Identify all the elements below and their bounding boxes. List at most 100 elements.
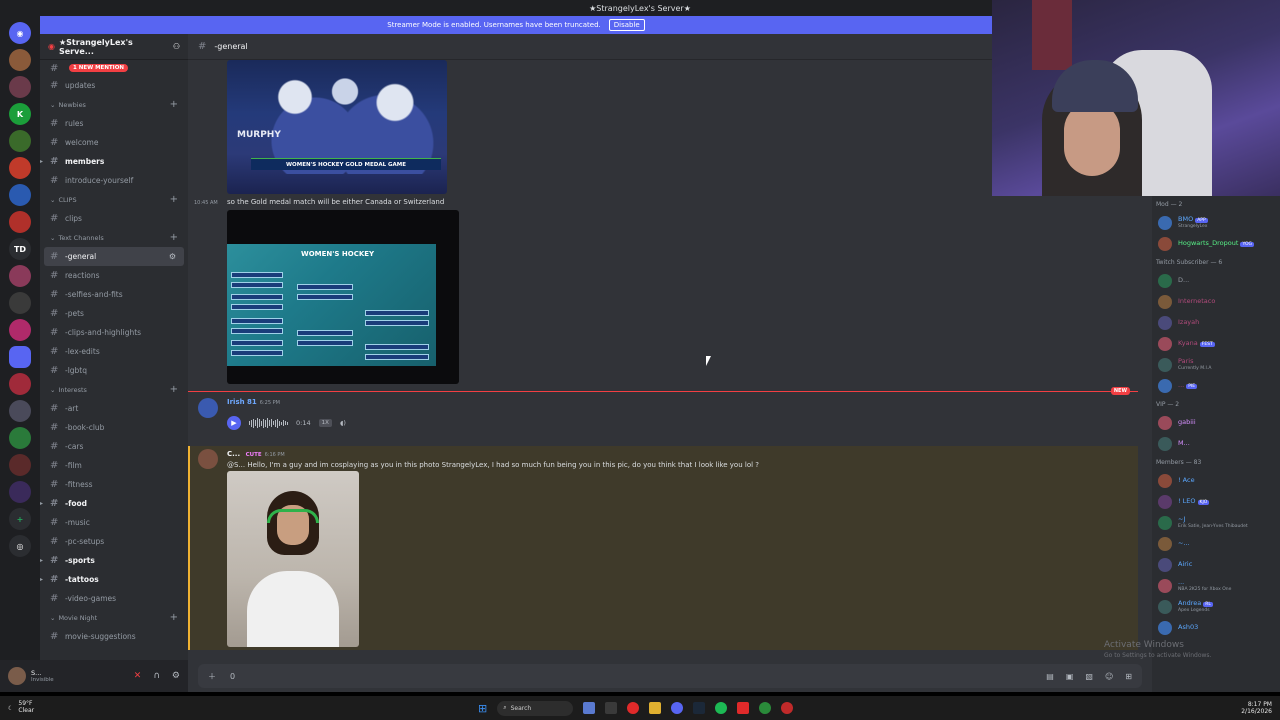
sidebar-item-channel[interactable]: # -cars (40, 437, 188, 456)
server-icon[interactable] (9, 184, 31, 206)
gif-icon[interactable]: ▣ (1066, 672, 1074, 681)
search-box[interactable]: ⌕ Search (497, 700, 574, 716)
add-channel-icon[interactable]: + (170, 232, 178, 243)
disable-button[interactable]: Disable (608, 19, 645, 31)
add-channel-icon[interactable]: + (170, 99, 178, 110)
message-author[interactable]: Irish 81 6:25 PM (227, 398, 280, 406)
emoji-icon[interactable]: ☺ (1105, 672, 1113, 681)
server-icon[interactable] (9, 130, 31, 152)
server-icon[interactable] (9, 76, 31, 98)
sidebar-item-channel[interactable]: ▸ # members (40, 152, 188, 171)
server-icon[interactable] (9, 319, 31, 341)
category-header[interactable]: ⌄ Text Channels + (40, 228, 188, 247)
sidebar-item-channel[interactable]: # -lex-edits (40, 342, 188, 361)
avatar[interactable] (1158, 236, 1172, 251)
avatar[interactable] (198, 449, 218, 469)
avatar[interactable] (1158, 336, 1172, 351)
app-icon[interactable] (605, 702, 618, 714)
app-icon[interactable] (737, 702, 750, 714)
member-item[interactable]: Ash03 (1152, 617, 1280, 638)
category-header[interactable]: ⌄ Interests + (40, 380, 188, 399)
hockey-photo[interactable]: MURPHY WOMEN'S HOCKEY GOLD MEDAL GAME (227, 60, 447, 194)
playback-speed[interactable]: 1X (318, 419, 332, 427)
sidebar-item-channel[interactable]: # -pets (40, 304, 188, 323)
avatar[interactable] (1158, 578, 1172, 593)
apps-icon[interactable]: ⊞ (1125, 672, 1132, 681)
avatar[interactable] (1158, 215, 1172, 230)
member-item[interactable]: Internetaco (1152, 291, 1280, 312)
avatar[interactable] (1158, 473, 1172, 488)
sidebar-item-channel[interactable]: # -film (40, 456, 188, 475)
member-item[interactable]: Kyana FEST (1152, 333, 1280, 354)
sidebar-item-channel[interactable]: # introduce-yourself (40, 171, 188, 190)
selfie-image[interactable] (227, 471, 359, 647)
member-item[interactable]: ~... (1152, 533, 1280, 554)
member-item[interactable]: ! LEO KJO (1152, 491, 1280, 512)
sidebar-item-channel[interactable]: # welcome (40, 133, 188, 152)
member-item[interactable]: ~J Erik Satie, Jean-Yves Thibaudet (1152, 512, 1280, 533)
app-icon[interactable] (627, 702, 640, 714)
sidebar-item-channel[interactable]: # -book-club (40, 418, 188, 437)
sidebar-item-channel[interactable]: # -music (40, 513, 188, 532)
add-attachment-icon[interactable]: ＋ (208, 671, 216, 682)
member-item[interactable]: ... PIE (1152, 375, 1280, 396)
add-server-icon[interactable]: + (9, 508, 31, 530)
server-icon[interactable] (9, 427, 31, 449)
server-icon[interactable]: K (9, 103, 31, 125)
folder-icon[interactable] (649, 702, 662, 714)
author-name[interactable]: Irish 81 (227, 398, 257, 406)
author-name[interactable]: C... (227, 450, 240, 458)
member-item[interactable]: D... (1152, 270, 1280, 291)
server-icon[interactable] (9, 157, 31, 179)
bracket-image[interactable]: WOMEN'S HOCKEY (227, 210, 459, 384)
gift-icon[interactable]: ▤ (1046, 672, 1054, 681)
steam-icon[interactable] (693, 702, 706, 714)
sidebar-item-channel[interactable]: # updates (40, 76, 188, 95)
avatar[interactable] (1158, 620, 1172, 635)
member-item[interactable]: Paris Currently M.I.A (1152, 354, 1280, 375)
app-icon[interactable] (759, 702, 772, 714)
sidebar-item-channel[interactable]: # -clips-and-highlights (40, 323, 188, 342)
avatar[interactable] (1158, 494, 1172, 509)
avatar[interactable] (1158, 599, 1172, 614)
app-icon[interactable] (781, 702, 794, 714)
sticker-icon[interactable]: ▧ (1085, 672, 1093, 681)
avatar[interactable] (198, 398, 218, 418)
sidebar-item-channel[interactable]: # -lgbtq (40, 361, 188, 380)
discover-icon[interactable]: ◎ (9, 535, 31, 557)
avatar[interactable] (1158, 536, 1172, 551)
server-icon[interactable] (9, 373, 31, 395)
avatar[interactable] (1158, 378, 1172, 393)
sidebar-item-channel[interactable]: # -fitness (40, 475, 188, 494)
add-channel-icon[interactable]: + (170, 384, 178, 395)
sidebar-item-channel[interactable]: # -selfies-and-fits (40, 285, 188, 304)
sidebar-item-channel[interactable]: # reactions (40, 266, 188, 285)
member-item[interactable]: ... NBA 2K25 for Xbox One (1152, 575, 1280, 596)
sidebar-item-channel[interactable]: # -general ⚙ (44, 247, 184, 266)
home-icon[interactable]: ◉ (9, 22, 31, 44)
server-icon[interactable] (9, 49, 31, 71)
avatar[interactable] (1158, 436, 1172, 451)
sidebar-item-channel[interactable]: # rules (40, 114, 188, 133)
server-icon[interactable] (9, 400, 31, 422)
message-author[interactable]: C... CUTE 6:16 PM (227, 450, 285, 458)
server-icon[interactable] (9, 481, 31, 503)
app-icon[interactable] (583, 702, 596, 714)
server-header[interactable]: ◉ ★StrangelyLex's Serve... ⚇ (40, 34, 188, 60)
invite-icon[interactable]: ⚇ (173, 42, 180, 51)
clock[interactable]: 8:17 PM 2/16/2026 (1241, 701, 1272, 715)
input-value[interactable]: 0 (230, 672, 235, 681)
volume-icon[interactable]: ◖) (340, 419, 346, 427)
server-icon[interactable]: TD (9, 238, 31, 260)
category-header[interactable]: ⌄ CLIPS + (40, 190, 188, 209)
avatar[interactable] (8, 667, 26, 685)
sidebar-item-channel[interactable]: # clips (40, 209, 188, 228)
message-input[interactable]: ＋ 0 ▤ ▣ ▧ ☺ ⊞ (198, 664, 1142, 688)
sidebar-item-channel[interactable]: # movie-suggestions (40, 627, 188, 646)
member-item[interactable]: Hogwarts_Dropout YOG (1152, 233, 1280, 254)
avatar[interactable] (1158, 357, 1172, 372)
avatar[interactable] (1158, 315, 1172, 330)
server-icon[interactable] (9, 211, 31, 233)
gear-icon[interactable]: ⚙ (172, 671, 180, 681)
member-item[interactable]: Airic (1152, 554, 1280, 575)
